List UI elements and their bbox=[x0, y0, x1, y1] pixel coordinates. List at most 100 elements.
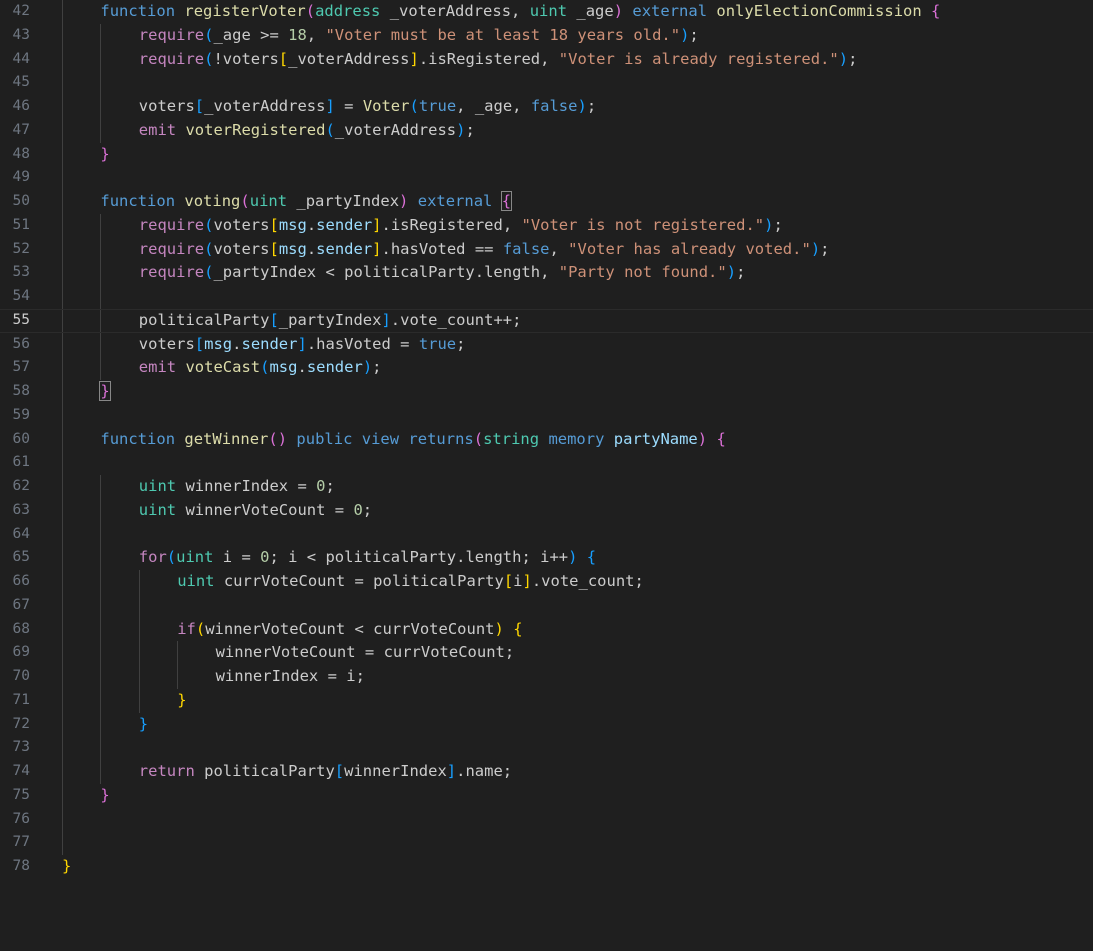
code-token: voters bbox=[213, 215, 270, 234]
code-line[interactable]: 49 bbox=[0, 166, 1093, 190]
code-token: _voterAddress bbox=[288, 49, 410, 68]
code-line[interactable]: 56 voters[msg.sender].hasVoted = true; bbox=[0, 333, 1093, 357]
code-line[interactable]: 77 bbox=[0, 831, 1093, 855]
code-line[interactable]: 73 bbox=[0, 736, 1093, 760]
code-line[interactable]: 44 require(!voters[_voterAddress].isRegis… bbox=[0, 48, 1093, 72]
code-line[interactable]: 75} bbox=[0, 784, 1093, 808]
code-line[interactable]: 59 bbox=[0, 404, 1093, 428]
code-line[interactable]: 48} bbox=[0, 143, 1093, 167]
code-token: ) bbox=[810, 239, 821, 258]
code-token: ; bbox=[325, 477, 335, 495]
code-line[interactable]: 55 politicalParty[_partyIndex].vote_count… bbox=[0, 308, 1093, 333]
code-text: function getWinner() public view returns… bbox=[100, 428, 725, 452]
code-line[interactable]: 66 uint currVoteCount = politicalParty[i]… bbox=[0, 570, 1093, 594]
code-token: = bbox=[334, 97, 363, 115]
code-line[interactable]: 42 function registerVoter(address _voterA… bbox=[0, 0, 1093, 24]
code-token: currVoteCount = politicalParty bbox=[214, 572, 504, 590]
code-line[interactable]: 62 uint winnerIndex = 0; bbox=[0, 475, 1093, 499]
code-token: ) bbox=[726, 263, 737, 282]
code-token: } bbox=[177, 690, 187, 709]
code-token: _partyIndex bbox=[287, 192, 400, 210]
code-text: uint winnerIndex = 0; bbox=[139, 475, 335, 499]
code-token: ; bbox=[456, 334, 466, 353]
code-token: ] bbox=[372, 239, 382, 258]
code-token: } bbox=[100, 785, 110, 804]
code-editor[interactable]: 42 function registerVoter(address _voterA… bbox=[0, 0, 1093, 951]
line-number: 56 bbox=[12, 335, 30, 352]
code-line[interactable]: 68 if(winnerVoteCount < currVoteCount) { bbox=[0, 618, 1093, 642]
code-line[interactable]: 50 function voting(uint _partyIndex) exte… bbox=[0, 190, 1093, 214]
code-text: function registerVoter(address _voterAdd… bbox=[100, 0, 940, 24]
code-line[interactable]: 46 voters[_voterAddress] = Voter(true, _a… bbox=[0, 95, 1093, 119]
line-number: 74 bbox=[12, 763, 30, 779]
code-line[interactable]: 57 emit voteCast(msg.sender); bbox=[0, 356, 1093, 380]
code-token: .name; bbox=[456, 762, 513, 780]
code-token: ] bbox=[409, 49, 419, 68]
line-number: 52 bbox=[12, 240, 30, 257]
code-token: msg bbox=[269, 358, 298, 377]
code-token: voteCast bbox=[185, 358, 261, 377]
code-line[interactable]: 74 return politicalParty[winnerIndex].nam… bbox=[0, 760, 1093, 784]
code-line[interactable]: 53 require(_partyIndex < politicalParty.l… bbox=[0, 261, 1093, 285]
code-line[interactable]: 64 bbox=[0, 523, 1093, 547]
code-line[interactable]: 65 for(uint i = 0; i < politicalParty.len… bbox=[0, 546, 1093, 570]
code-line[interactable]: 52 require(voters[msg.sender].hasVoted ==… bbox=[0, 238, 1093, 262]
code-text: } bbox=[177, 689, 186, 713]
code-line[interactable]: 51 require(voters[msg.sender].isRegistere… bbox=[0, 214, 1093, 238]
code-line[interactable]: 76 bbox=[0, 808, 1093, 832]
line-number: 59 bbox=[12, 406, 30, 423]
code-token: require bbox=[138, 49, 205, 68]
code-token: ] bbox=[372, 215, 382, 234]
code-token: true bbox=[418, 334, 457, 353]
code-token: [ bbox=[503, 572, 514, 590]
code-line[interactable]: 58} bbox=[0, 380, 1093, 404]
code-line[interactable]: 78} bbox=[0, 855, 1093, 879]
code-line[interactable]: 70 winnerIndex = i; bbox=[0, 665, 1093, 689]
code-token: .hasVoted = bbox=[306, 334, 419, 353]
code-line[interactable]: 63 uint winnerVoteCount = 0; bbox=[0, 499, 1093, 523]
code-line[interactable]: 54 bbox=[0, 285, 1093, 309]
code-token: public bbox=[296, 429, 353, 448]
code-line[interactable]: 72} bbox=[0, 713, 1093, 737]
code-token: ; bbox=[848, 49, 858, 68]
code-token: , bbox=[306, 25, 326, 44]
code-token: sender bbox=[316, 215, 373, 234]
code-line[interactable]: 60 function getWinner() public view retur… bbox=[0, 428, 1093, 452]
code-token: "Voter has already voted." bbox=[568, 239, 811, 258]
code-token: ( bbox=[473, 429, 484, 448]
code-token: voters bbox=[138, 334, 195, 353]
code-token: . bbox=[297, 358, 307, 377]
line-number: 49 bbox=[12, 169, 30, 186]
code-token: function bbox=[100, 2, 176, 20]
line-number: 62 bbox=[12, 478, 30, 494]
code-text: voters[_voterAddress] = Voter(true, _age… bbox=[139, 95, 596, 119]
code-line[interactable]: 43 require(_age >= 18, "Voter must be at … bbox=[0, 24, 1093, 48]
code-line[interactable]: 61 bbox=[0, 451, 1093, 475]
line-number: 66 bbox=[12, 573, 30, 589]
code-token: msg bbox=[278, 239, 307, 258]
code-token: voters bbox=[213, 239, 270, 258]
code-line[interactable]: 71} bbox=[0, 689, 1093, 713]
code-line[interactable]: 69 winnerVoteCount = currVoteCount; bbox=[0, 641, 1093, 665]
code-text: return politicalParty[winnerIndex].name; bbox=[139, 760, 512, 784]
line-number: 48 bbox=[12, 145, 30, 162]
code-text: politicalParty[_partyIndex].vote_count++… bbox=[139, 310, 522, 332]
code-token: [ bbox=[269, 310, 279, 329]
line-number: 70 bbox=[12, 668, 30, 684]
code-token: external bbox=[417, 192, 493, 210]
code-line[interactable]: 45 bbox=[0, 71, 1093, 95]
code-text: } bbox=[62, 855, 71, 879]
code-line[interactable]: 47 emit voterRegistered(_voterAddress); bbox=[0, 119, 1093, 143]
code-token: [ bbox=[194, 334, 205, 353]
line-number: 46 bbox=[12, 98, 30, 114]
code-token: ; bbox=[465, 120, 475, 139]
code-token: ] bbox=[297, 334, 307, 353]
code-line[interactable]: 67 bbox=[0, 594, 1093, 618]
code-token: { bbox=[931, 2, 941, 20]
code-token: function bbox=[100, 429, 176, 448]
line-number: 75 bbox=[12, 786, 30, 803]
code-token: .hasVoted == bbox=[381, 239, 503, 258]
code-token: _partyIndex bbox=[278, 310, 382, 329]
